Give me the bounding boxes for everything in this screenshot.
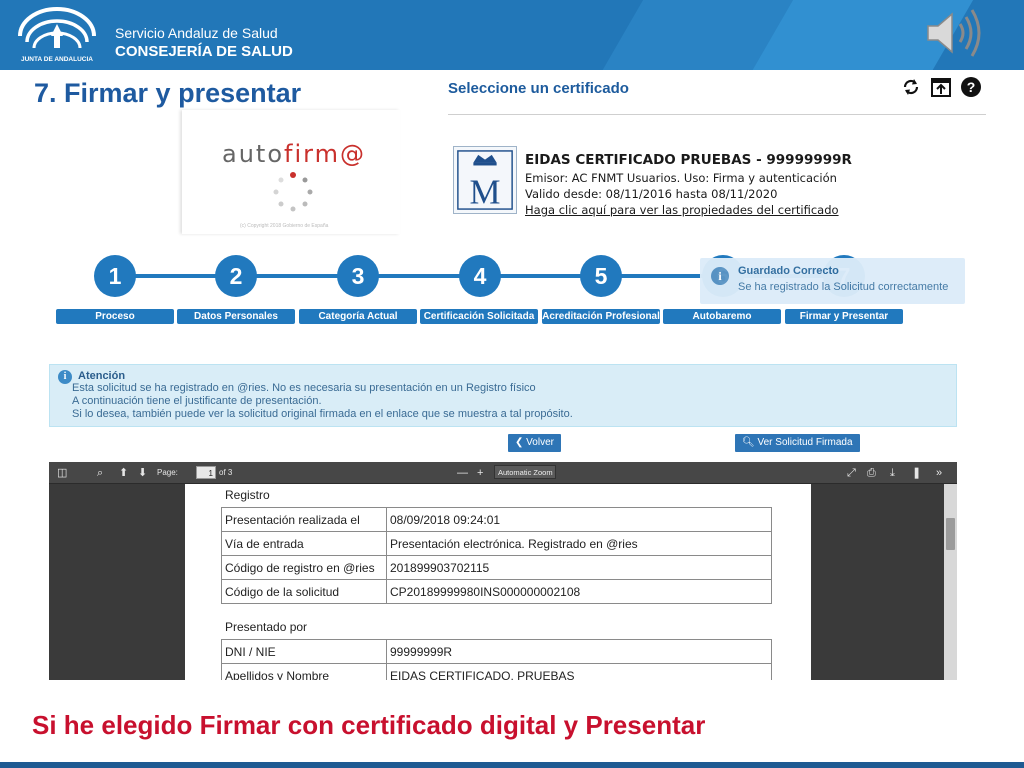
- back-button[interactable]: ❮ Volver: [508, 434, 561, 452]
- help-icon[interactable]: ?: [960, 76, 982, 98]
- slide-title: 7. Firmar y presentar: [34, 78, 302, 108]
- zoom-out-icon[interactable]: —: [457, 467, 468, 479]
- sidebar-toggle-icon[interactable]: ◫: [57, 467, 67, 479]
- chevron-left-icon: ❮: [515, 437, 527, 448]
- page-label: Page:: [157, 468, 178, 477]
- import-icon[interactable]: [930, 76, 952, 98]
- presentado-heading: Presentado por: [225, 620, 308, 634]
- step-3-circle[interactable]: 3: [337, 255, 379, 297]
- autofirma-logo: autofirm@: [222, 140, 366, 168]
- search-icon[interactable]: ⌕: [97, 467, 103, 479]
- zoom-in-icon[interactable]: +: [477, 467, 483, 479]
- step-label-firmar-presentar[interactable]: Firmar y Presentar: [785, 309, 903, 324]
- autofirma-splash: autofirm@ (c) Copyright 2018 Gobierno de…: [182, 110, 400, 234]
- refresh-icon[interactable]: [900, 76, 922, 98]
- next-page-icon[interactable]: ⬇: [138, 467, 147, 479]
- step-label-autobaremo[interactable]: Autobaremo: [663, 309, 781, 324]
- toast-message: Se ha registrado la Solicitud correctame…: [738, 281, 949, 293]
- info-icon: i: [58, 370, 72, 384]
- fullscreen-icon[interactable]: ⤢: [847, 467, 856, 479]
- step-label-datos-personales[interactable]: Datos Personales: [177, 309, 295, 324]
- speaker-icon[interactable]: [920, 2, 990, 64]
- alert-title: Atención: [78, 370, 126, 382]
- attention-alert: i Atención Esta solicitud se ha registra…: [49, 364, 957, 427]
- pdf-viewer: ◫ ⌕ ⬆ ⬇ Page: 1 of 3 — + Automatic Zoom …: [49, 462, 957, 680]
- brand-text: Servicio Andaluz de Salud CONSEJERÍA DE …: [115, 24, 293, 62]
- step-2-circle[interactable]: 2: [215, 255, 257, 297]
- pdf-scrollbar[interactable]: [944, 484, 957, 680]
- table-row: Presentación realizada el 08/09/2018 09:2…: [221, 507, 772, 532]
- table-row: Código de registro en @ries 2018999037021…: [221, 555, 772, 580]
- table-row: Apellidos y Nombre EIDAS CERTIFICADO, PRU…: [221, 663, 772, 680]
- divider: [448, 114, 986, 115]
- download-icon[interactable]: ⤓: [890, 467, 895, 479]
- certificate-heading: Seleccione un certificado: [448, 80, 629, 97]
- certificate-details[interactable]: EIDAS CERTIFICADO PRUEBAS - 99999999R Em…: [525, 152, 852, 218]
- footer-bar: [0, 762, 1024, 768]
- step-label-certificacion-solicitada[interactable]: Certificación Solicitada: [420, 309, 538, 324]
- certificate-crest-icon: M: [453, 146, 517, 214]
- success-toast: i Guardado Correcto Se ha registrado la …: [700, 258, 965, 304]
- certificate-issuer: Emisor: AC FNMT Usuarios. Uso: Firma y a…: [525, 171, 837, 185]
- info-icon: i: [711, 267, 729, 285]
- step-label-proceso[interactable]: Proceso: [56, 309, 174, 324]
- pdf-toolbar: ◫ ⌕ ⬆ ⬇ Page: 1 of 3 — + Automatic Zoom …: [49, 462, 957, 484]
- print-icon[interactable]: ⎙: [867, 467, 876, 479]
- autofirma-copyright: (c) Copyright 2018 Gobierno de España: [240, 223, 329, 229]
- svg-text:JUNTA DE ANDALUCIA: JUNTA DE ANDALUCIA: [21, 56, 93, 63]
- step-label-acreditacion-profesional[interactable]: Acreditación Profesional: [542, 309, 660, 324]
- scrollbar-thumb[interactable]: [946, 518, 955, 550]
- tools-icon[interactable]: »: [936, 467, 942, 479]
- certificate-name: EIDAS CERTIFICADO PRUEBAS - 99999999R: [525, 152, 852, 168]
- step-4-circle[interactable]: 4: [459, 255, 501, 297]
- table-row: Código de la solicitud CP20189999980INS00…: [221, 579, 772, 604]
- search-icon: 🔍︎: [742, 437, 758, 448]
- page-total: of 3: [219, 468, 233, 477]
- page-number-input[interactable]: 1: [196, 466, 216, 479]
- zoom-select[interactable]: Automatic Zoom: [494, 465, 556, 479]
- presentado-table: DNI / NIE 99999999R Apellidos y Nombre EID…: [221, 639, 772, 680]
- ministry-name: CONSEJERÍA DE SALUD: [115, 43, 293, 60]
- loading-spinner-icon: [273, 172, 313, 212]
- bookmark-icon[interactable]: ❚: [912, 467, 921, 479]
- registro-table: Presentación realizada el 08/09/2018 09:2…: [221, 507, 772, 604]
- presentation-slide: JUNTA DE ANDALUCIA Servicio Andaluz de S…: [0, 0, 1024, 768]
- toast-title: Guardado Correcto: [738, 265, 839, 277]
- svg-text:M: M: [470, 172, 501, 211]
- service-name: Servicio Andaluz de Salud: [115, 25, 278, 41]
- table-row: DNI / NIE 99999999R: [221, 639, 772, 664]
- certificate-properties-link[interactable]: Haga clic aquí para ver las propiedades …: [525, 202, 852, 218]
- pdf-page: Registro Presentación realizada el 08/09/…: [185, 484, 811, 680]
- header-banner: JUNTA DE ANDALUCIA Servicio Andaluz de S…: [0, 0, 1024, 70]
- registro-heading: Registro: [225, 488, 270, 502]
- step-5-circle[interactable]: 5: [580, 255, 622, 297]
- step-1-circle[interactable]: 1: [94, 255, 136, 297]
- junta-andalucia-logo: JUNTA DE ANDALUCIA: [18, 7, 96, 63]
- step-label-categoria-actual[interactable]: Categoría Actual: [299, 309, 417, 324]
- certificate-validity: Valido desde: 08/11/2016 hasta 08/11/202…: [525, 187, 778, 201]
- certificate-toolbar: ?: [900, 76, 982, 98]
- table-row: Vía de entrada Presentación electrónica. …: [221, 531, 772, 556]
- view-signed-request-button[interactable]: 🔍︎ Ver Solicitud Firmada: [735, 434, 860, 452]
- slide-subtitle: Si he elegido Firmar con certificado dig…: [32, 710, 706, 740]
- svg-text:?: ?: [967, 79, 976, 95]
- alert-body: Esta solicitud se ha registrado en @ries…: [72, 382, 573, 420]
- previous-page-icon[interactable]: ⬆: [119, 467, 128, 479]
